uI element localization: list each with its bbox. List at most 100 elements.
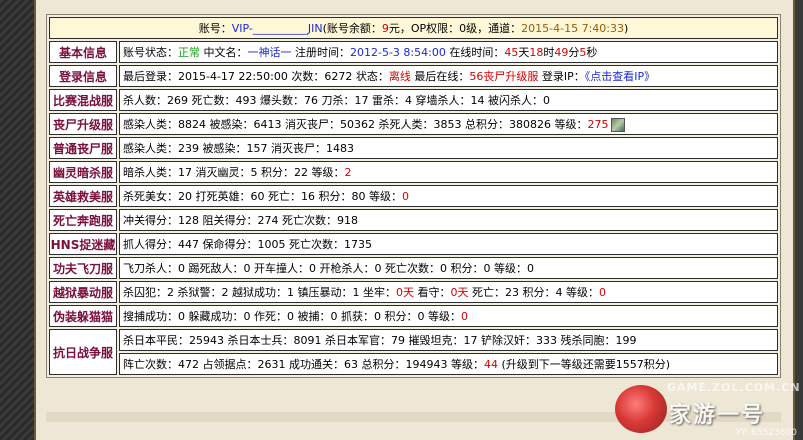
mix-server-label: 比赛混战服 [49,89,117,111]
jail-stats-a: 杀囚犯：2 杀狱警：2 越狱成功：1 镇压暴动：1 坐牢： [123,286,396,299]
view-ip-link[interactable]: 《点击查看IP》 [585,70,655,83]
death-run-stats: 冲关得分：128 阻关得分：274 死亡次数：918 [119,209,778,231]
zombie-normal-label: 普通丧尸服 [49,137,117,159]
last-login-value: 2015-4-17 22:50:00 [178,70,288,83]
content-frame: 账号：VIP-__________JIN(账号余额：9元，OP权限：0级，通道：… [34,0,795,440]
jail-row: 越狱暴动服 杀囚犯：2 杀狱警：2 越狱成功：1 镇压暴动：1 坐牢：0天 看守… [49,281,778,303]
balance-label: (账号余额： [322,22,382,35]
anti-war-row-2: 阵亡次数：472 占领据点：2631 成功通关：63 总积分：194943 等级… [49,353,778,375]
online-minutes: 49 [554,46,569,59]
left-background-pattern [0,0,34,440]
login-count-label: 次数： [287,70,325,83]
level-badge-icon [611,118,626,132]
online-hours: 18 [529,46,544,59]
account-value: VIP-__________JIN [231,22,323,35]
guard-days: 0天 [450,286,469,299]
last-online-value: 56丧尸升级服 [469,70,539,83]
hns-row: HNS捉迷藏 抓人得分：447 保命得分：1005 死亡次数：1735 [49,233,778,255]
anti-war-level: 44 [483,358,498,371]
watermark-id: YY: 65523800 [735,428,797,438]
jail-level: 0 [598,286,606,299]
zombie-upgrade-label: 丧尸升级服 [49,113,117,135]
channel-value: 2015-4-15 7:40:33 [521,22,624,35]
ghost-stats: 暗杀人类：17 消灭幽灵：5 积分：22 等级： [123,166,345,179]
anti-war-row-1: 抗日战争服 杀日本平民：25943 杀日本士兵：8091 杀日本军官：79 摧毁… [49,329,778,375]
channel-label: 通道： [488,22,522,35]
jail-content: 杀囚犯：2 杀狱警：2 越狱成功：1 镇压暴动：1 坐牢：0天 看守：0天 死亡… [119,281,778,303]
jail-days: 0天 [395,286,414,299]
online-seconds-unit: 秒 [586,46,598,59]
login-info-content: 最后登录：2015-4-17 22:50:00 次数：6272 状态：离线 最后… [119,65,778,87]
hns-label: HNS捉迷藏 [49,233,117,255]
account-info-table: 账号：VIP-__________JIN(账号余额：9元，OP权限：0级，通道：… [46,14,781,378]
zombie-upgrade-level: 275 [587,118,609,131]
disguise-row: 伪装躲猫猫 搜捕成功：0 躲藏成功：0 作死：0 被捕：0 抓获：0 积分：0 … [49,305,778,327]
status-label: 账号状态： [123,46,178,59]
online-days: 45 [504,46,519,59]
mix-server-stats: 杀人数：269 死亡数：493 爆头数：76 刀杀：17 雷杀：4 穿墙杀人：1… [119,89,778,111]
anti-war-stats-2: 阵亡次数：472 占领据点：2631 成功通关：63 总积分：194943 等级… [123,358,484,371]
last-login-label: 最后登录： [123,70,178,83]
mix-server-row: 比赛混战服 杀人数：269 死亡数：493 爆头数：76 刀杀：17 雷杀：4 … [49,89,778,111]
account-label: 账号： [198,22,232,35]
balance-value: 9 [381,22,389,35]
zombie-upgrade-row: 丧尸升级服 感染人类：8824 被感染：6413 消灭丧尸：50362 杀死人类… [49,113,778,135]
basic-info-label: 基本信息 [49,41,117,63]
ghost-row: 幽灵暗杀服 暗杀人类：17 消灭幽灵：5 积分：22 等级：2 [49,161,778,183]
watermark-brand: 家游一号 [669,403,766,428]
basic-info-row: 基本信息 账号状态：正常 中文名：一神话一 注册时间：2012-5-3 8:54… [49,41,778,63]
kungfu-row: 功夫飞刀服 飞刀杀人：0 踢死敌人：0 开车撞人：0 开枪杀人：0 死亡次数：0… [49,257,778,279]
jail-label: 越狱暴动服 [49,281,117,303]
status-value: 正常 [178,46,200,59]
online-hours-unit: 时 [543,46,555,59]
anti-war-content-2: 阵亡次数：472 占领据点：2631 成功通关：63 总积分：194943 等级… [119,353,778,375]
ghost-content: 暗杀人类：17 消灭幽灵：5 积分：22 等级：2 [119,161,778,183]
op-label: OP权限： [410,22,460,35]
hns-stats: 抓人得分：447 保命得分：1005 死亡次数：1735 [119,233,778,255]
kungfu-stats: 飞刀杀人：0 踢死敌人：0 开车撞人：0 开枪杀人：0 死亡次数：0 积分：0 … [119,257,778,279]
balance-unit: 元， [388,22,411,35]
watermark-logo: GAME.ZOL.COM.CN 家游一号 YY: 65523800 [607,377,803,440]
jail-stats-c: 死亡：23 积分：4 等级： [468,286,599,299]
basic-info-content: 账号状态：正常 中文名：一神话一 注册时间：2012-5-3 8:54:00 在… [119,41,778,63]
last-online-label: 最后在线： [410,70,470,83]
zombie-normal-row: 普通丧尸服 感染人类：239 被感染：157 消灭丧尸：1483 [49,137,778,159]
account-header: 账号：VIP-__________JIN(账号余额：9元，OP权限：0级，通道：… [49,17,778,39]
login-info-row: 登录信息 最后登录：2015-4-17 22:50:00 次数：6272 状态：… [49,65,778,87]
online-minutes-unit: 分 [568,46,580,59]
ghost-label: 幽灵暗杀服 [49,161,117,183]
cn-name-label: 中文名： [200,46,248,59]
login-state-label: 状态： [352,70,389,83]
cn-name-value: 一神话一 [247,46,292,59]
zombie-upgrade-stats: 感染人类：8824 被感染：6413 消灭丧尸：50362 杀死人类：3853 … [123,118,588,131]
disguise-label: 伪装躲猫猫 [49,305,117,327]
disguise-level: 0 [460,310,468,323]
death-run-label: 死亡奔跑服 [49,209,117,231]
ghost-level: 2 [344,166,352,179]
death-run-row: 死亡奔跑服 冲关得分：128 阻关得分：274 死亡次数：918 [49,209,778,231]
hero-label: 英雄救美服 [49,185,117,207]
watermark-site: GAME.ZOL.COM.CN [667,381,801,394]
zombie-normal-stats: 感染人类：239 被感染：157 消灭丧尸：1483 [119,137,778,159]
hero-content: 杀死美女：20 打死英雄：60 死亡：16 积分：80 等级：0 [119,185,778,207]
jail-stats-b: 看守： [413,286,451,299]
kungfu-label: 功夫飞刀服 [49,257,117,279]
hero-level: 0 [401,190,409,203]
disguise-stats: 搜捕成功：0 躲藏成功：0 作死：0 被捕：0 抓获：0 积分：0 等级： [123,310,461,323]
login-info-label: 登录信息 [49,65,117,87]
online-days-unit: 天 [518,46,530,59]
hero-stats: 杀死美女：20 打死英雄：60 死亡：16 积分：80 等级： [123,190,402,203]
zombie-upgrade-content: 感染人类：8824 被感染：6413 消灭丧尸：50362 杀死人类：3853 … [119,113,778,135]
reg-label: 注册时间： [291,46,350,59]
login-state-value: 离线 [388,70,411,83]
reg-value: 2012-5-3 8:54:00 [350,46,446,59]
anti-war-stats-1: 杀日本平民：25943 杀日本士兵：8091 杀日本军官：79 摧毁坦克：17 … [119,329,778,351]
hero-row: 英雄救美服 杀死美女：20 打死英雄：60 死亡：16 积分：80 等级：0 [49,185,778,207]
ip-label: 登录IP： [538,70,585,83]
anti-war-next-level: (升级到下一等级还需要1557积分) [497,358,671,371]
disguise-content: 搜捕成功：0 躲藏成功：0 作死：0 被捕：0 抓获：0 积分：0 等级：0 [119,305,778,327]
header-row: 账号：VIP-__________JIN(账号余额：9元，OP权限：0级，通道：… [49,17,778,39]
watermark-emblem-icon [615,385,667,433]
anti-war-label: 抗日战争服 [49,329,117,375]
login-count-value: 6272 [324,70,353,83]
